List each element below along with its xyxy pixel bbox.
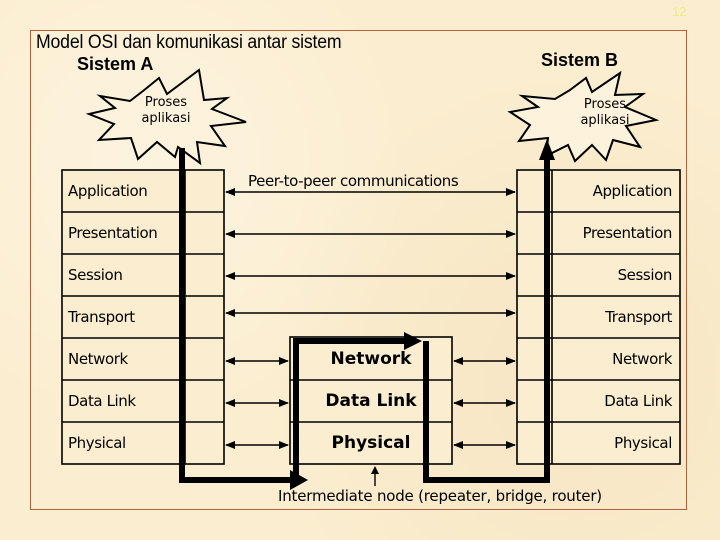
peer-to-peer-label: Peer-to-peer communications: [248, 172, 459, 190]
system-b-layer-presentation: Presentation: [582, 224, 673, 242]
system-b-layer-transport: Transport: [605, 308, 672, 326]
intermediate-layer-datalink: Data Link: [325, 391, 417, 411]
system-a-layer-physical: Physical: [68, 434, 126, 452]
system-a-layer-network: Network: [68, 350, 128, 368]
system-a-layer-session: Session: [68, 266, 123, 284]
system-b-layer-network: Network: [612, 350, 672, 368]
system-b-layer-session: Session: [617, 266, 673, 284]
system-a-layer-presentation: Presentation: [68, 224, 158, 242]
process-label-a-line2: aplikasi: [141, 111, 191, 126]
system-a-layer-application: Application: [68, 182, 148, 200]
intermediate-node-caption: Intermediate node (repeater, bridge, rou…: [278, 487, 602, 505]
intermediate-pointer: [371, 466, 379, 486]
intermediate-layer-network: Network: [330, 349, 412, 369]
system-a-layer-datalink: Data Link: [68, 392, 136, 410]
system-a-layer-transport: Transport: [68, 308, 135, 326]
intermediate-layer-physical: Physical: [331, 433, 411, 453]
system-b-layer-physical: Physical: [614, 434, 672, 452]
process-label-a-line1: Proses: [144, 95, 188, 110]
process-label-b-line2: aplikasi: [580, 113, 630, 128]
system-b-layer-application: Application: [592, 182, 673, 200]
system-b-layer-datalink: Data Link: [604, 392, 672, 410]
process-label-b: Proses aplikasi: [570, 97, 640, 129]
process-label-a: Proses aplikasi: [131, 95, 201, 127]
process-label-b-line1: Proses: [583, 97, 627, 112]
